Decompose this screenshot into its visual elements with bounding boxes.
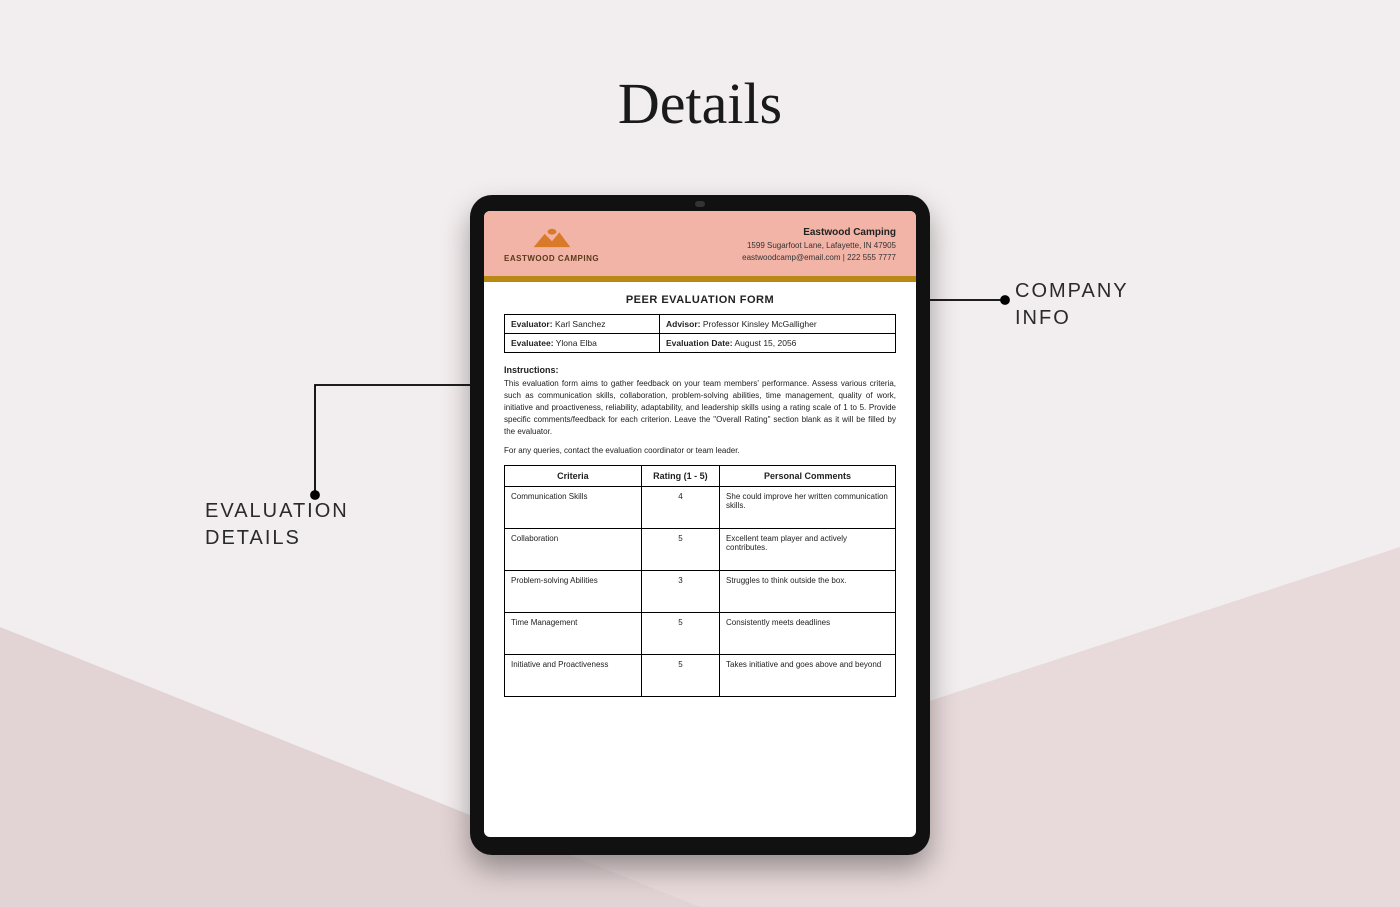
col-rating: Rating (1 - 5) [641, 466, 719, 487]
stage: Details COMPANY INFO EVALUATION DETAILS … [0, 0, 1400, 907]
meta-label: Evaluation Date: [666, 338, 733, 348]
instructions-note: For any queries, contact the evaluation … [504, 446, 896, 455]
criteria-header-row: Criteria Rating (1 - 5) Personal Comment… [505, 466, 896, 487]
criteria-cell: Collaboration [505, 529, 642, 571]
meta-label: Evaluatee: [511, 338, 554, 348]
comments-cell: Excellent team player and actively contr… [720, 529, 896, 571]
company-logo: EASTWOOD CAMPING [504, 227, 599, 263]
doc-title: PEER EVALUATION FORM [504, 294, 896, 306]
logo-icon [530, 227, 574, 251]
rating-cell: 3 [641, 571, 719, 613]
meta-value: Karl Sanchez [555, 319, 606, 329]
rating-cell: 5 [641, 613, 719, 655]
rating-cell: 5 [641, 655, 719, 697]
meta-value: Ylona Elba [556, 338, 597, 348]
annotation-evaluation-details: EVALUATION DETAILS [205, 498, 349, 552]
comments-cell: She could improve her written communicat… [720, 487, 896, 529]
meta-cell: Evaluatee: Ylona Elba [505, 334, 660, 353]
meta-table: Evaluator: Karl Sanchez Advisor: Profess… [504, 314, 896, 353]
page-title: Details [0, 70, 1400, 137]
criteria-row: Communication Skills4She could improve h… [505, 487, 896, 529]
rating-cell: 4 [641, 487, 719, 529]
doc-header: EASTWOOD CAMPING Eastwood Camping 1599 S… [484, 211, 916, 276]
doc-body: PEER EVALUATION FORM Evaluator: Karl San… [484, 282, 916, 717]
logo-text: EASTWOOD CAMPING [504, 254, 599, 263]
company-info-block: Eastwood Camping 1599 Sugarfoot Lane, La… [742, 225, 896, 264]
tablet-frame: EASTWOOD CAMPING Eastwood Camping 1599 S… [470, 195, 930, 855]
tablet-screen: EASTWOOD CAMPING Eastwood Camping 1599 S… [484, 211, 916, 837]
meta-value: August 15, 2056 [735, 338, 797, 348]
meta-row: Evaluatee: Ylona Elba Evaluation Date: A… [505, 334, 896, 353]
criteria-row: Time Management5Consistently meets deadl… [505, 613, 896, 655]
company-contact: eastwoodcamp@email.com | 222 555 7777 [742, 252, 896, 264]
meta-cell: Evaluation Date: August 15, 2056 [659, 334, 895, 353]
rating-cell: 5 [641, 529, 719, 571]
meta-label: Evaluator: [511, 319, 553, 329]
comments-cell: Struggles to think outside the box. [720, 571, 896, 613]
criteria-cell: Initiative and Proactiveness [505, 655, 642, 697]
instructions-text: This evaluation form aims to gather feed… [504, 378, 896, 438]
instructions-heading: Instructions: [504, 365, 896, 375]
comments-cell: Takes initiative and goes above and beyo… [720, 655, 896, 697]
meta-label: Advisor: [666, 319, 700, 329]
annotation-company-info: COMPANY INFO [1015, 278, 1129, 332]
col-criteria: Criteria [505, 466, 642, 487]
col-comments: Personal Comments [720, 466, 896, 487]
meta-row: Evaluator: Karl Sanchez Advisor: Profess… [505, 315, 896, 334]
company-name: Eastwood Camping [742, 225, 896, 240]
tablet-camera [695, 201, 705, 207]
criteria-row: Collaboration5Excellent team player and … [505, 529, 896, 571]
criteria-table: Criteria Rating (1 - 5) Personal Comment… [504, 465, 896, 697]
meta-cell: Advisor: Professor Kinsley McGalligher [659, 315, 895, 334]
meta-value: Professor Kinsley McGalligher [703, 319, 817, 329]
criteria-cell: Problem-solving Abilities [505, 571, 642, 613]
comments-cell: Consistently meets deadlines [720, 613, 896, 655]
criteria-cell: Time Management [505, 613, 642, 655]
criteria-cell: Communication Skills [505, 487, 642, 529]
criteria-row: Problem-solving Abilities3Struggles to t… [505, 571, 896, 613]
company-address: 1599 Sugarfoot Lane, Lafayette, IN 47905 [742, 240, 896, 252]
criteria-row: Initiative and Proactiveness5Takes initi… [505, 655, 896, 697]
meta-cell: Evaluator: Karl Sanchez [505, 315, 660, 334]
